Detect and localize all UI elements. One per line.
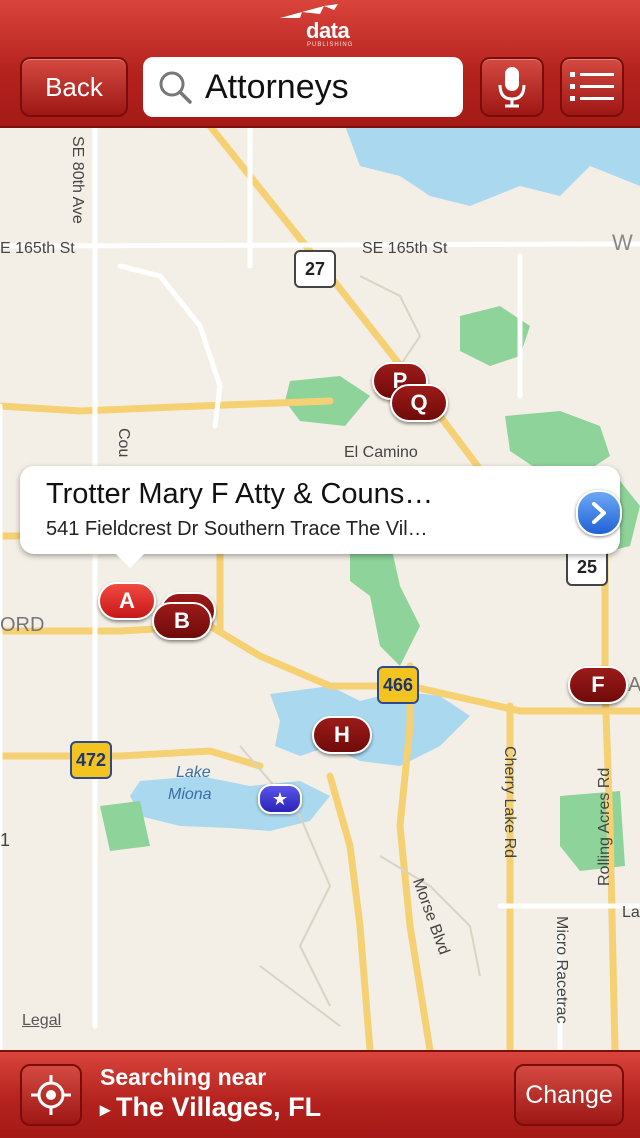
road-label-micro: Micro Racetrac xyxy=(553,916,570,1024)
crosshair-icon xyxy=(31,1075,71,1115)
road-label-cou: Cou xyxy=(115,428,132,458)
route-466-shield: 466 xyxy=(377,666,419,704)
bottom-toolbar: Searching near ▸ The Villages, FL Change xyxy=(0,1050,640,1138)
map-pin-h[interactable]: H xyxy=(312,716,372,754)
list-icon xyxy=(570,72,614,101)
road-label-rolling: Rolling Acres Rd xyxy=(596,767,613,886)
map-callout[interactable]: Trotter Mary F Atty & Couns… 541 Fieldcr… xyxy=(20,466,622,568)
search-field[interactable]: Attorneys xyxy=(143,57,463,117)
road-label-el-camino: El Camino xyxy=(344,444,418,461)
data-publishing-logo: data PUBLISHING xyxy=(278,4,368,50)
disclosure-triangle-icon: ▸ xyxy=(100,1099,111,1121)
road-label-ord: ORD xyxy=(0,614,45,636)
search-location-text: The Villages, FL xyxy=(116,1092,322,1122)
legal-link[interactable]: Legal xyxy=(22,1012,61,1030)
map-pin-a[interactable]: A xyxy=(98,582,156,620)
road-label-1: 1 xyxy=(0,830,11,850)
road-label-165-left: E 165th St xyxy=(0,240,75,257)
us-27-shield: 27 xyxy=(294,250,336,288)
change-location-button[interactable]: Change xyxy=(514,1064,624,1126)
map-pin-q[interactable]: Q xyxy=(390,384,448,422)
searching-near-label: Searching near xyxy=(100,1064,267,1090)
current-location-star-icon[interactable]: ★ xyxy=(258,784,302,814)
search-input[interactable]: Attorneys xyxy=(205,68,349,107)
search-icon xyxy=(159,71,192,104)
road-label-cherry: Cherry Lake Rd xyxy=(501,746,518,859)
logo-word: data xyxy=(306,18,350,43)
road-label-w: W xyxy=(612,230,633,255)
microphone-icon xyxy=(498,67,526,108)
road-label-la: La xyxy=(622,904,640,921)
map-pin-b[interactable]: B xyxy=(152,602,212,640)
chevron-right-icon xyxy=(592,502,606,524)
lake-label-2: Miona xyxy=(168,786,212,803)
road-label-se80: SE 80th Ave xyxy=(69,136,86,224)
lake-label-1: Lake xyxy=(176,764,211,781)
callout-detail-button[interactable] xyxy=(576,490,622,536)
map-pin-f[interactable]: F xyxy=(568,666,628,704)
road-label-165-right: SE 165th St xyxy=(362,240,448,257)
top-toolbar: data PUBLISHING Back Attorneys xyxy=(0,0,640,128)
callout-title: Trotter Mary F Atty & Couns… xyxy=(46,478,434,510)
road-label-a: A xyxy=(628,674,640,696)
list-view-button[interactable] xyxy=(560,57,624,117)
route-472-shield: 472 xyxy=(70,741,112,779)
locate-me-button[interactable] xyxy=(20,1064,82,1126)
callout-address: 541 Fieldcrest Dr Southern Trace The Vil… xyxy=(46,518,428,540)
microphone-button[interactable] xyxy=(480,57,544,117)
search-location[interactable]: ▸ The Villages, FL xyxy=(100,1092,321,1123)
map-view[interactable]: SE 80th Ave E 165th St SE 165th St W El … xyxy=(0,126,640,1050)
logo-subtitle: PUBLISHING xyxy=(307,42,354,48)
back-button[interactable]: Back xyxy=(20,57,128,117)
